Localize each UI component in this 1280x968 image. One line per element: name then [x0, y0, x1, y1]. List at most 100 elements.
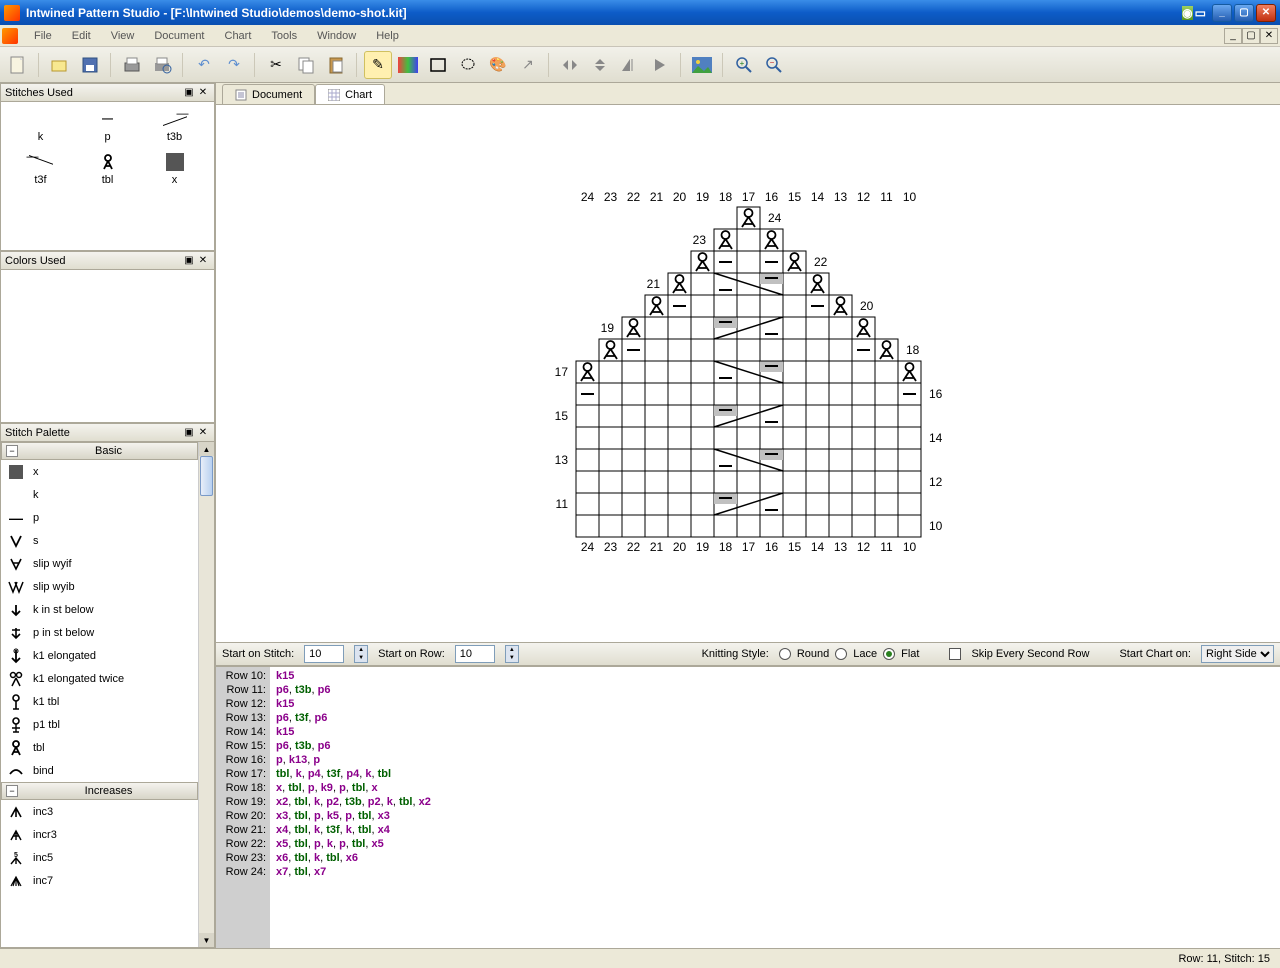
palette-item[interactable]: k1 elongated	[1, 644, 198, 667]
mirror-button[interactable]	[616, 51, 644, 79]
knitting-chart[interactable]: 2423222120191817161514131211102423222120…	[536, 185, 1136, 625]
menu-tools[interactable]: Tools	[261, 28, 307, 44]
open-button[interactable]	[46, 51, 74, 79]
palette-item[interactable]: incr3	[1, 823, 198, 846]
flip-v-button[interactable]	[586, 51, 614, 79]
zoom-out-button[interactable]: −	[760, 51, 788, 79]
palette-item[interactable]: k1 tbl	[1, 690, 198, 713]
redo-button[interactable]: ↷	[220, 51, 248, 79]
palette-item[interactable]: k in st below	[1, 598, 198, 621]
menu-help[interactable]: Help	[366, 28, 409, 44]
zoom-in-button[interactable]: +	[730, 51, 758, 79]
copy-button[interactable]	[292, 51, 320, 79]
save-button[interactable]	[76, 51, 104, 79]
palette-category-header[interactable]: −Basic	[1, 442, 198, 460]
stitch-k[interactable]: k	[17, 110, 64, 143]
tray-windows-icon[interactable]: ▭	[1195, 6, 1206, 20]
scroll-up-icon[interactable]: ▲	[199, 442, 214, 456]
svg-text:14: 14	[929, 431, 943, 445]
pin-icon[interactable]: ▣	[182, 86, 196, 100]
stitch-x[interactable]: x	[151, 153, 198, 186]
collapse-icon[interactable]: −	[6, 445, 18, 457]
menu-file[interactable]: File	[24, 28, 62, 44]
stitch-t3f[interactable]: t3f	[17, 153, 64, 186]
chart-canvas[interactable]: 2423222120191817161514131211102423222120…	[216, 105, 1280, 642]
close-icon[interactable]: ✕	[196, 426, 210, 440]
mdi-minimize[interactable]: _	[1224, 28, 1242, 44]
flip-h-button[interactable]	[556, 51, 584, 79]
svg-text:22: 22	[627, 540, 641, 554]
menu-chart[interactable]: Chart	[215, 28, 262, 44]
svg-text:24: 24	[768, 211, 782, 225]
rect-tool[interactable]	[424, 51, 452, 79]
palette-item[interactable]: tbl	[1, 736, 198, 759]
palette-item[interactable]: 5inc5	[1, 846, 198, 869]
menu-document[interactable]: Document	[144, 28, 214, 44]
start-stitch-input[interactable]	[304, 645, 344, 663]
close-icon[interactable]: ✕	[196, 86, 210, 100]
radio-flat[interactable]	[883, 648, 895, 660]
pin-icon[interactable]: ▣	[182, 426, 196, 440]
start-stitch-spinner[interactable]: ▲▼	[354, 645, 368, 663]
mdi-close[interactable]: ✕	[1260, 28, 1278, 44]
nvidia-icon[interactable]: ◉	[1182, 6, 1192, 20]
start-row-input[interactable]	[455, 645, 495, 663]
menu-view[interactable]: View	[101, 28, 145, 44]
palette-item[interactable]: inc7	[1, 869, 198, 892]
pin-icon[interactable]: ▣	[182, 254, 196, 268]
palette-item[interactable]: slip wyif	[1, 552, 198, 575]
palette-item[interactable]: inc3	[1, 800, 198, 823]
radio-lace[interactable]	[835, 648, 847, 660]
tab-document[interactable]: Document	[222, 84, 315, 104]
paste-button[interactable]	[322, 51, 350, 79]
scroll-thumb[interactable]	[200, 456, 213, 496]
start-chart-select[interactable]: Right Side	[1201, 645, 1274, 663]
palette-item[interactable]: k	[1, 483, 198, 506]
gradient-tool[interactable]	[394, 51, 422, 79]
palette-item[interactable]: —p	[1, 506, 198, 529]
cut-button[interactable]: ✂	[262, 51, 290, 79]
scroll-down-icon[interactable]: ▼	[199, 933, 214, 947]
mdi-restore[interactable]: ▢	[1242, 28, 1260, 44]
play-button[interactable]	[646, 51, 674, 79]
print-preview-button[interactable]	[148, 51, 176, 79]
palette-item[interactable]: bind	[1, 759, 198, 782]
palette-scrollbar[interactable]: ▲ ▼	[198, 442, 214, 947]
stitch-p[interactable]: —p	[84, 110, 131, 143]
palette-item[interactable]: p1 tbl	[1, 713, 198, 736]
svg-text:10: 10	[929, 519, 943, 533]
svg-text:16: 16	[765, 190, 779, 204]
minimize-button[interactable]: _	[1212, 4, 1232, 22]
new-button[interactable]	[4, 51, 32, 79]
pencil-tool[interactable]: ✎	[364, 51, 392, 79]
instruction-text[interactable]: k15p6, t3b, p6k15p6, t3f, p6k15p6, t3b, …	[270, 667, 1280, 948]
close-button[interactable]: ✕	[1256, 4, 1276, 22]
palette-item[interactable]: x	[1, 460, 198, 483]
image-button[interactable]	[688, 51, 716, 79]
palette-item[interactable]: p in st below	[1, 621, 198, 644]
eyedropper-tool[interactable]: ↗	[514, 51, 542, 79]
maximize-button[interactable]: ▢	[1234, 4, 1254, 22]
palette-item[interactable]: slip wyib	[1, 575, 198, 598]
close-icon[interactable]: ✕	[196, 254, 210, 268]
checkbox-skip[interactable]	[949, 648, 961, 660]
stitch-tbl[interactable]: tbl	[84, 153, 131, 186]
start-stitch-label: Start on Stitch:	[222, 648, 294, 660]
radio-round[interactable]	[779, 648, 791, 660]
undo-button[interactable]: ↶	[190, 51, 218, 79]
palette-category-header[interactable]: −Increases	[1, 782, 198, 800]
palette-tool[interactable]: 🎨	[484, 51, 512, 79]
stitch-t3b[interactable]: t3b	[151, 110, 198, 143]
print-button[interactable]	[118, 51, 146, 79]
start-row-spinner[interactable]: ▲▼	[505, 645, 519, 663]
lasso-tool[interactable]	[454, 51, 482, 79]
menu-window[interactable]: Window	[307, 28, 366, 44]
palette-item[interactable]: k1 elongated twice	[1, 667, 198, 690]
menubar: File Edit View Document Chart Tools Wind…	[0, 25, 1280, 47]
collapse-icon[interactable]: −	[6, 785, 18, 797]
titlebar: Intwined Pattern Studio - [F:\Intwined S…	[0, 0, 1280, 25]
svg-text:18: 18	[906, 343, 920, 357]
menu-edit[interactable]: Edit	[62, 28, 101, 44]
tab-chart[interactable]: Chart	[315, 84, 385, 104]
palette-item[interactable]: s	[1, 529, 198, 552]
